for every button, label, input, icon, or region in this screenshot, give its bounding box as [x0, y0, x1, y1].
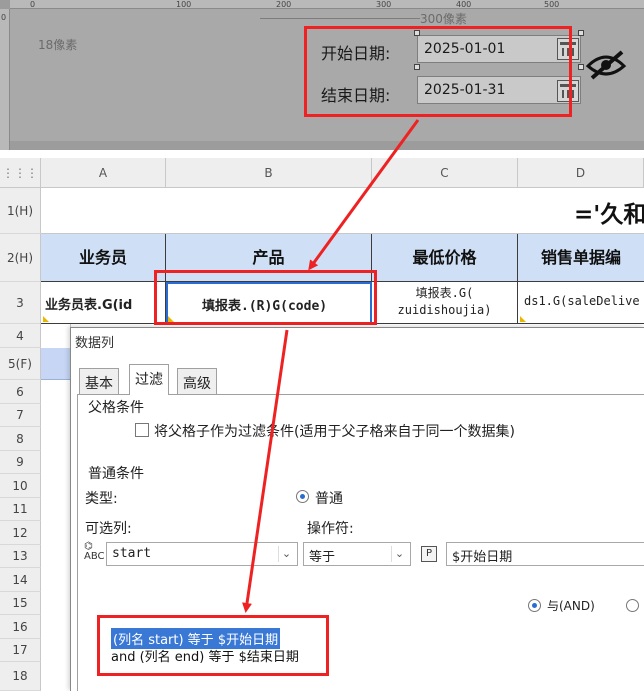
ruler-tick: 0 [1, 13, 7, 22]
column-select-value: start [112, 546, 152, 561]
and-radio[interactable] [528, 599, 541, 612]
column-type-icon: ⌬ ABC [84, 541, 105, 562]
row-header[interactable]: 7 [0, 404, 41, 427]
parent-filter-checkbox[interactable] [135, 423, 149, 437]
grid-cell[interactable] [41, 324, 71, 348]
tab-basic[interactable]: 基本 [79, 368, 119, 394]
column-header-d[interactable]: D [518, 158, 644, 188]
row-header[interactable]: 9 [0, 451, 41, 474]
annotation-box-conditions [97, 615, 329, 676]
ruler-tick: 500 [544, 0, 560, 9]
column-label: 可选列: [85, 521, 132, 537]
header-cell-sales-doc[interactable]: 销售单据编 [518, 234, 644, 282]
type-normal-label: 普通 [315, 491, 343, 507]
dimension-line [260, 18, 420, 19]
width-hint: 300像素 [420, 12, 467, 26]
row-header[interactable]: 6 [0, 380, 41, 404]
annotation-box-date-params [304, 26, 572, 117]
resize-handle[interactable] [578, 30, 584, 36]
ruler-tick: 300 [376, 0, 392, 9]
tab-label: 过滤 [135, 372, 163, 388]
row-header[interactable]: 2(H) [0, 234, 41, 282]
cell-formula: ds1.G(saleDelive [524, 294, 640, 308]
row-header[interactable]: 16 [0, 615, 41, 639]
row-header[interactable]: 12 [0, 521, 41, 545]
and-label: 与(AND) [547, 599, 595, 613]
hidden-eye-icon[interactable] [584, 50, 628, 80]
type-normal-radio[interactable] [296, 490, 309, 503]
cell-formula-line: 填报表.G( [415, 286, 474, 300]
chevron-down-icon: ⌄ [278, 546, 294, 562]
parameter-value: $开始日期 [452, 550, 513, 565]
column-select[interactable]: start ⌄ [106, 542, 298, 566]
tab-advanced[interactable]: 高级 [177, 368, 217, 394]
data-cell-d3[interactable]: ds1.G(saleDelive [518, 282, 644, 324]
report-title: ='久和 [574, 202, 644, 228]
normal-condition-title: 普通条件 [88, 466, 144, 482]
chevron-down-icon: ⌄ [391, 546, 407, 562]
operator-select[interactable]: 等于 ⌄ [303, 542, 411, 566]
parent-filter-label: 将父格子作为过滤条件(适用于父子格来自于同一个数据集) [154, 424, 515, 440]
row-header[interactable]: 8 [0, 427, 41, 451]
ruler-tick: 100 [176, 0, 192, 9]
parameter-icon-letter: P [425, 548, 433, 559]
operator-select-value: 等于 [309, 550, 336, 565]
row-header[interactable]: 5(F) [0, 348, 41, 380]
ruler-tick: 400 [456, 0, 472, 9]
annotation-box-product-cell [154, 270, 377, 325]
row-header[interactable]: 14 [0, 568, 41, 592]
header-cell-salesperson[interactable]: 业务员 [41, 234, 166, 282]
operator-label: 操作符: [307, 521, 354, 537]
ruler-tick: 0 [30, 0, 36, 9]
column-header-b[interactable]: B [166, 158, 372, 188]
header-cell-min-price[interactable]: 最低价格 [372, 234, 518, 282]
horizontal-ruler: 0 100 200 300 400 500 [10, 0, 644, 9]
row-header[interactable]: 18 [0, 662, 41, 691]
parent-condition-title: 父格条件 [88, 400, 144, 416]
ruler-tick: 200 [276, 0, 292, 9]
cell-formula-line: zuidishoujia) [397, 303, 492, 317]
title-cell[interactable] [41, 188, 644, 234]
tab-label: 基本 [85, 376, 113, 392]
cell-marker-icon [520, 316, 526, 322]
row-header[interactable]: 15 [0, 592, 41, 615]
dialog-title: 数据列 [75, 336, 115, 351]
or-radio[interactable] [626, 599, 639, 612]
vertical-ruler: 0 [0, 9, 10, 150]
cell-marker-icon [43, 316, 49, 322]
column-header-c[interactable]: C [372, 158, 518, 188]
cell-formula: 业务员表.G(id [45, 298, 133, 313]
row-header[interactable]: 1(H) [0, 188, 41, 234]
row-header[interactable]: 11 [0, 498, 41, 521]
left-offset-hint: 18像素 [38, 38, 78, 52]
grid-icon[interactable]: ⋮⋮⋮ [0, 158, 41, 188]
tab-filter[interactable]: 过滤 [129, 364, 169, 395]
designer-canvas: 0 100 200 300 400 500 0 300像素 18像素 开始日期:… [0, 0, 644, 150]
column-header-a[interactable]: A [41, 158, 166, 188]
row-header[interactable]: 3 [0, 282, 41, 324]
parameter-value-input[interactable]: $开始日期 [446, 542, 644, 566]
type-label: 类型: [85, 491, 118, 507]
row-header[interactable]: 4 [0, 324, 41, 348]
tab-label: 高级 [183, 376, 211, 392]
parameter-icon[interactable]: P [421, 546, 437, 562]
data-cell-a3[interactable]: 业务员表.G(id [41, 282, 166, 324]
footer-row-cell[interactable] [41, 348, 71, 380]
data-cell-c3[interactable]: 填报表.G( zuidishoujia) [372, 282, 518, 324]
row-header[interactable]: 13 [0, 545, 41, 568]
row-header[interactable]: 10 [0, 474, 41, 498]
row-header[interactable]: 17 [0, 639, 41, 662]
